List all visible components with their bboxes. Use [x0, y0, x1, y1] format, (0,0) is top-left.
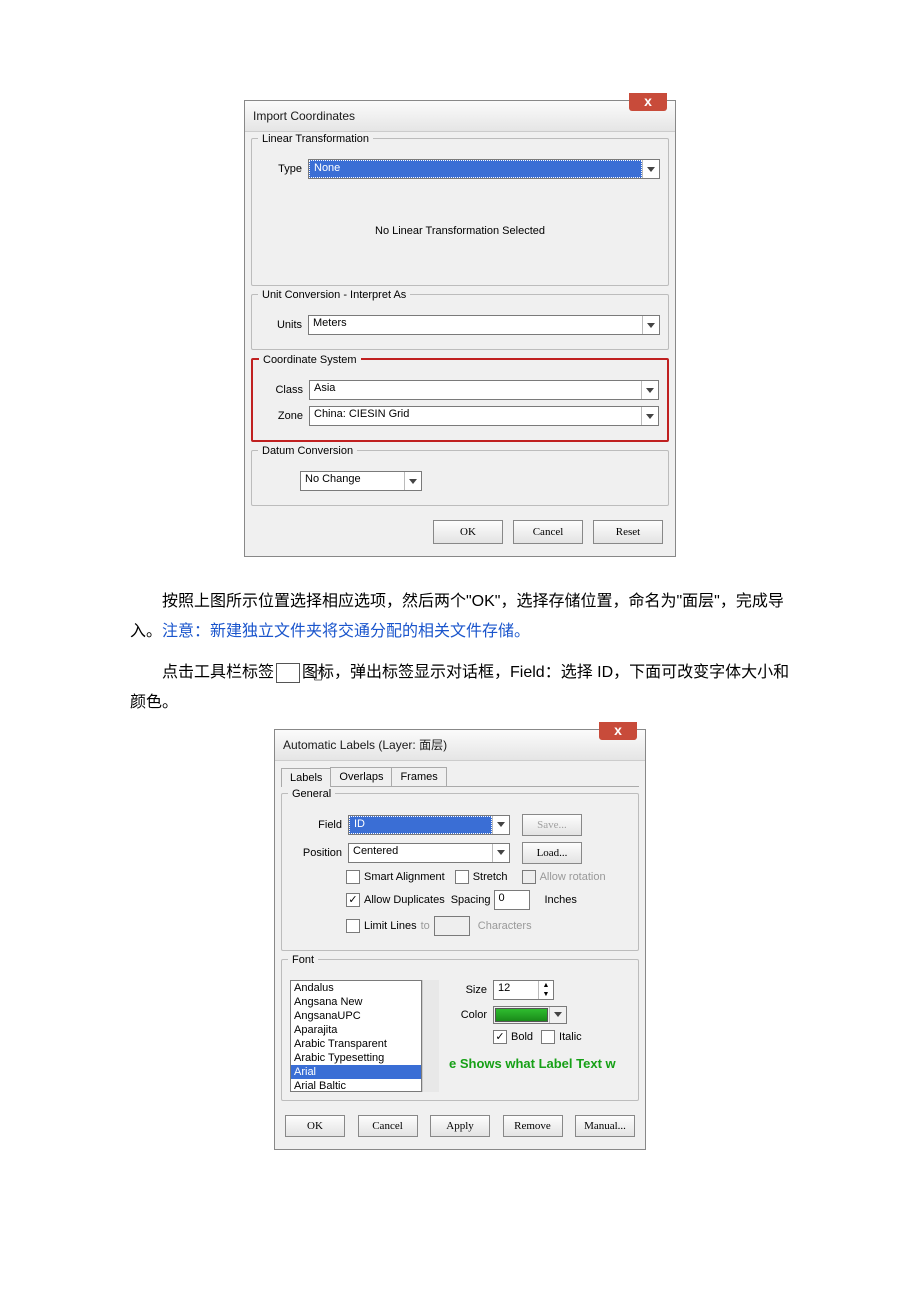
- coordinate-system-group: Coordinate System Class Asia Zone China:…: [251, 358, 669, 442]
- paragraph: 点击工具栏标签图标，弹出标签显示对话框，Field：选择 ID，下面可改变字体大…: [130, 658, 790, 719]
- italic-checkbox[interactable]: [541, 1030, 555, 1044]
- color-select[interactable]: [493, 1006, 567, 1024]
- load-button[interactable]: Load...: [522, 842, 582, 864]
- linear-transformation-group: Linear Transformation Type None No Linea…: [251, 138, 669, 286]
- chevron-down-icon: [642, 316, 659, 334]
- chevron-down-icon: [404, 472, 421, 490]
- ok-button[interactable]: OK: [285, 1115, 345, 1137]
- remove-button[interactable]: Remove: [503, 1115, 563, 1137]
- limit-lines-checkbox[interactable]: [346, 919, 360, 933]
- cancel-button[interactable]: Cancel: [358, 1115, 418, 1137]
- label-tool-icon: [276, 663, 300, 683]
- chevron-down-icon: [492, 844, 509, 862]
- chevron-down-icon: [549, 1007, 566, 1023]
- automatic-labels-dialog: x Automatic Labels (Layer: 面层) Labels Ov…: [274, 729, 646, 1150]
- spacing-input[interactable]: 0: [494, 890, 530, 910]
- smart-alignment-checkbox[interactable]: [346, 870, 360, 884]
- type-select[interactable]: None: [308, 159, 660, 179]
- class-select[interactable]: Asia: [309, 380, 659, 400]
- close-icon[interactable]: x: [599, 722, 637, 740]
- datum-select[interactable]: No Change: [300, 471, 422, 491]
- size-input[interactable]: 12 ▲▼: [493, 980, 554, 1000]
- spinner-down-icon: ▼: [539, 990, 553, 999]
- units-select[interactable]: Meters: [308, 315, 660, 335]
- close-icon[interactable]: x: [629, 93, 667, 111]
- tab-frames[interactable]: Frames: [391, 767, 446, 786]
- label-preview: e Shows what Label Text w: [449, 1050, 630, 1077]
- cancel-button[interactable]: Cancel: [513, 520, 583, 544]
- bold-checkbox[interactable]: [493, 1030, 507, 1044]
- tab-labels[interactable]: Labels: [281, 768, 331, 787]
- font-group: Font Andalus Angsana New AngsanaUPC Apar…: [281, 959, 639, 1101]
- general-group: General Field ID Save... Position Center…: [281, 793, 639, 951]
- apply-button[interactable]: Apply: [430, 1115, 490, 1137]
- chevron-down-icon: [642, 160, 659, 178]
- scrollbar[interactable]: [422, 980, 439, 1092]
- reset-button[interactable]: Reset: [593, 520, 663, 544]
- allow-duplicates-checkbox[interactable]: [346, 893, 360, 907]
- spinner-up-icon: ▲: [539, 981, 553, 990]
- zone-select[interactable]: China: CIESIN Grid: [309, 406, 659, 426]
- position-select[interactable]: Centered: [348, 843, 510, 863]
- allow-rotation-checkbox: [522, 870, 536, 884]
- limit-input: [434, 916, 470, 936]
- font-list[interactable]: Andalus Angsana New AngsanaUPC Aparajita…: [290, 980, 422, 1092]
- tab-overlaps[interactable]: Overlaps: [330, 767, 392, 786]
- chevron-down-icon: [641, 381, 658, 399]
- dialog-title: Import Coordinates: [245, 101, 675, 132]
- import-coordinates-dialog: x Import Coordinates Linear Transformati…: [244, 100, 676, 557]
- datum-conversion-group: Datum Conversion No Change: [251, 450, 669, 506]
- dialog-title: Automatic Labels (Layer: 面层): [275, 730, 645, 761]
- save-button: Save...: [522, 814, 582, 836]
- paragraph: 按照上图所示位置选择相应选项，然后两个"OK"，选择存储位置，命名为"面层"，完…: [130, 587, 790, 648]
- chevron-down-icon: [492, 816, 509, 834]
- ok-button[interactable]: OK: [433, 520, 503, 544]
- manual-button[interactable]: Manual...: [575, 1115, 635, 1137]
- unit-conversion-group: Unit Conversion - Interpret As Units Met…: [251, 294, 669, 350]
- field-select[interactable]: ID: [348, 815, 510, 835]
- stretch-checkbox[interactable]: [455, 870, 469, 884]
- chevron-down-icon: [641, 407, 658, 425]
